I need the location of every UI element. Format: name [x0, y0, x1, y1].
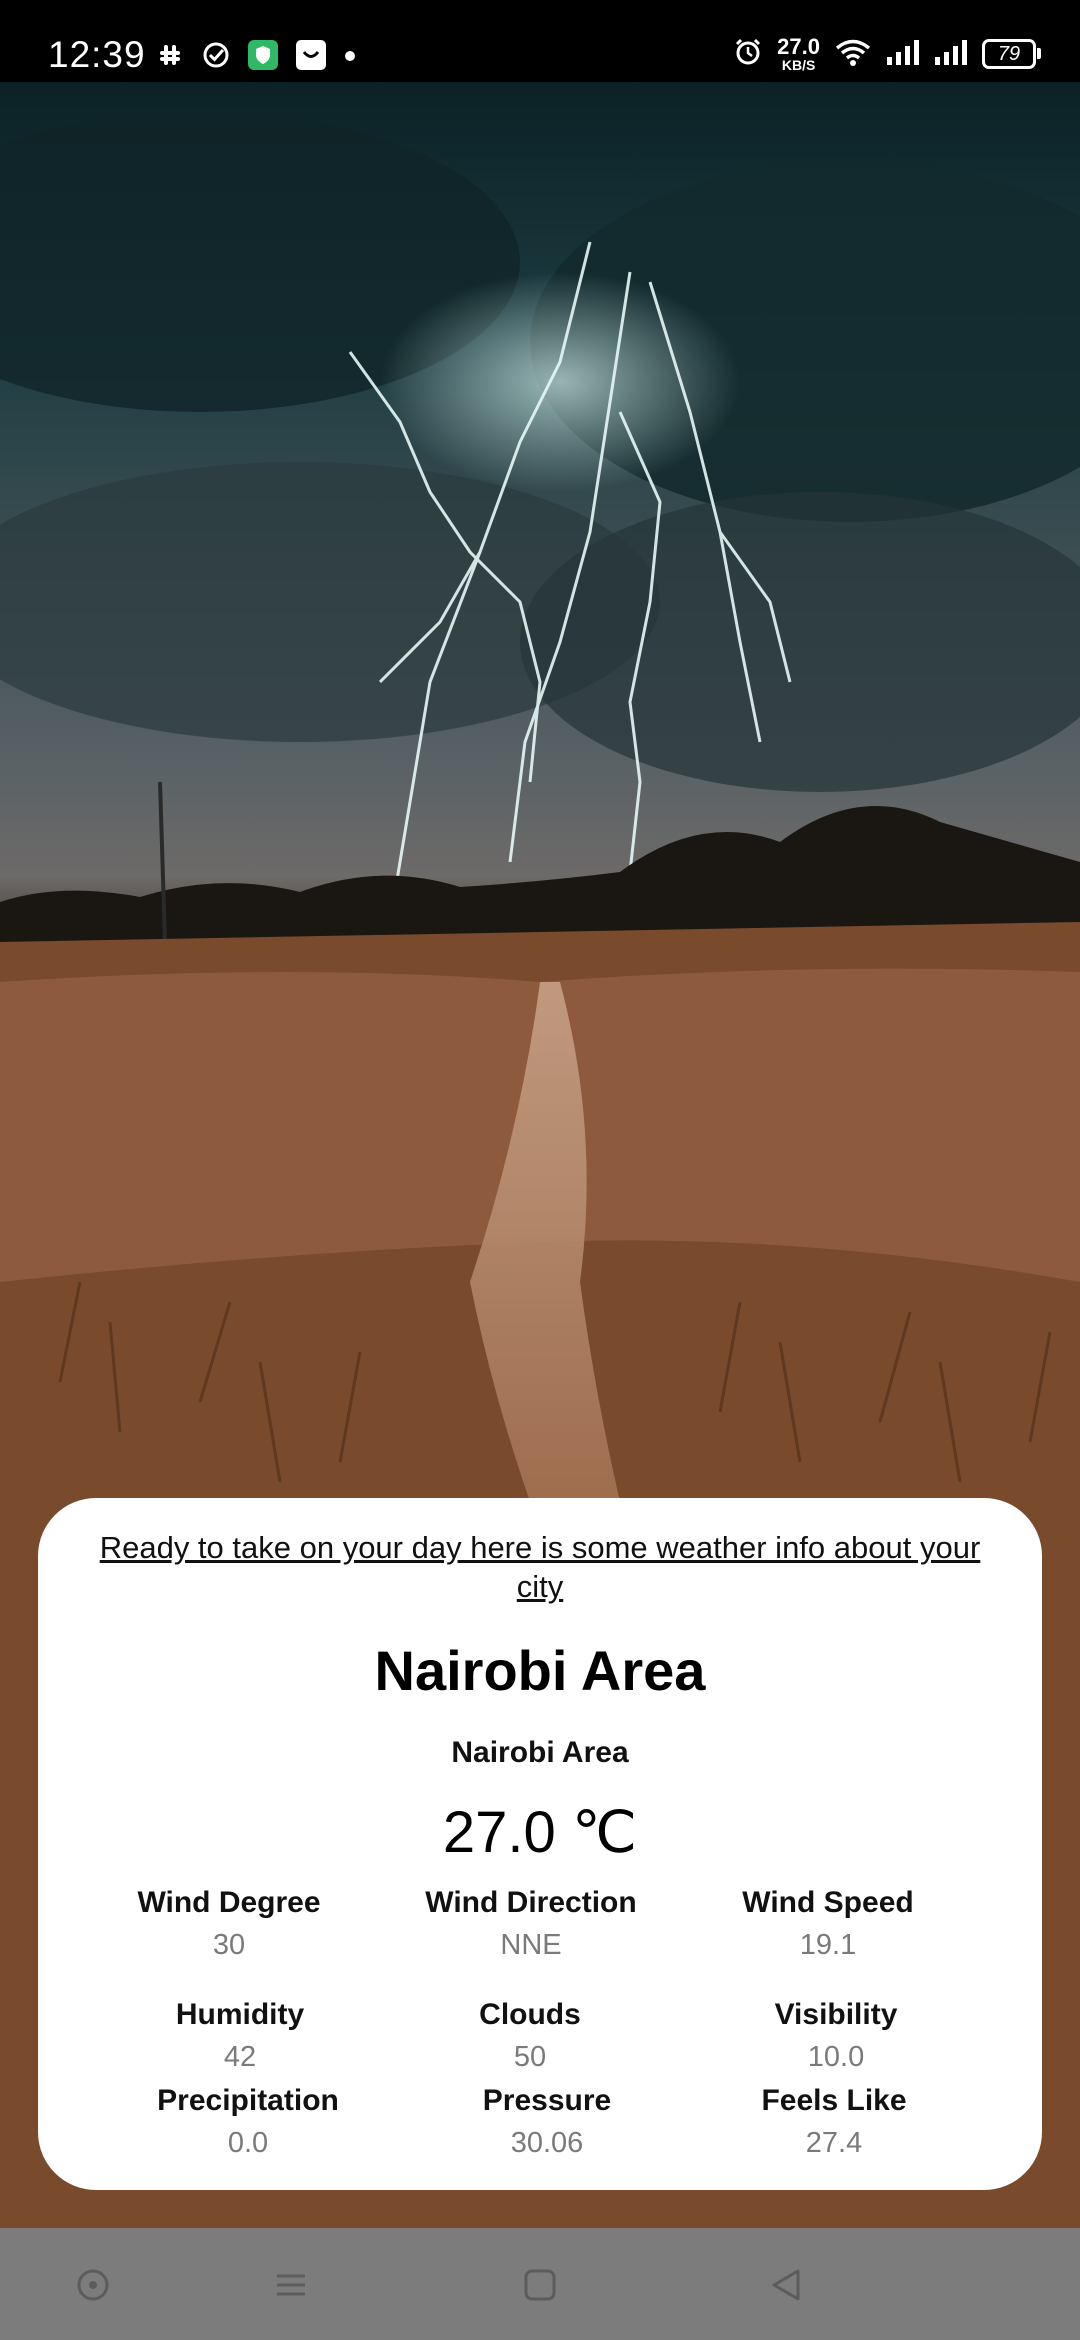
- stat-value: 30.06: [510, 2127, 584, 2159]
- stat-value: 10.0: [807, 2041, 865, 2073]
- stat-wind-speed: Wind Speed 19.1: [698, 1884, 958, 1964]
- menu-icon: [277, 2274, 305, 2296]
- stat-label: Feels Like: [761, 2084, 907, 2117]
- stat-label: Wind Direction: [425, 1886, 637, 1919]
- system-icons: 27.0 KB/S 79: [733, 34, 1041, 73]
- temperature: 27.0 ℃: [442, 1800, 638, 1865]
- stat-value: 19.1: [799, 1929, 857, 1961]
- back-button[interactable]: [763, 2262, 809, 2308]
- stat-label: Precipitation: [157, 2084, 339, 2117]
- stat-value: 0.0: [227, 2127, 269, 2159]
- wifi-icon: [834, 37, 872, 72]
- menu-button[interactable]: [268, 2262, 314, 2308]
- stat-precipitation: Precipitation 0.0: [118, 2082, 378, 2162]
- stat-visibility: Visibility 10.0: [706, 1996, 966, 2076]
- battery-icon: 79: [982, 39, 1041, 69]
- dot-icon: [344, 49, 356, 67]
- net-speed: 27.0 KB/S: [777, 34, 820, 73]
- stat-wind-direction: Wind Direction NNE: [401, 1884, 661, 1964]
- city-subtitle: Nairobi Area: [451, 1736, 629, 1769]
- stat-value: 27.4: [805, 2127, 863, 2159]
- alarm-icon: [733, 37, 763, 72]
- notification-icons: [156, 40, 356, 75]
- stat-label: Wind Degree: [137, 1886, 321, 1919]
- stat-label: Pressure: [482, 2084, 612, 2117]
- stat-label: Humidity: [175, 1998, 305, 2031]
- stat-value: 42: [223, 2041, 257, 2073]
- stat-pressure: Pressure 30.06: [417, 2082, 677, 2162]
- smile-bag-icon: [296, 40, 326, 75]
- assistant-icon: [77, 2269, 109, 2301]
- back-icon: [772, 2269, 800, 2301]
- slack-icon: [156, 41, 184, 74]
- stat-feels-like: Feels Like 27.4: [704, 2082, 964, 2162]
- check-circle-icon: [202, 41, 230, 74]
- weather-card: Ready to take on your day here is some w…: [38, 1498, 1042, 2190]
- home-button[interactable]: [517, 2262, 563, 2308]
- navigation-bar: [0, 2228, 1080, 2340]
- battery-level: 79: [997, 42, 1021, 65]
- shield-icon: [248, 40, 278, 75]
- stat-clouds: Clouds 50: [400, 1996, 660, 2076]
- stat-humidity: Humidity 42: [110, 1996, 370, 2076]
- assistant-button[interactable]: [70, 2262, 116, 2308]
- signal-icon: [934, 38, 968, 71]
- stat-value: NNE: [500, 1929, 562, 1961]
- stat-label: Clouds: [479, 1998, 581, 2031]
- city-title: Nairobi Area: [374, 1639, 706, 1702]
- stat-value: 50: [513, 2041, 547, 2073]
- stat-label: Visibility: [774, 1998, 898, 2031]
- stat-label: Wind Speed: [742, 1886, 914, 1919]
- home-icon: [524, 2269, 556, 2301]
- status-time: 12:39: [48, 34, 146, 75]
- tagline-link[interactable]: Ready to take on your day here is some w…: [78, 1528, 1002, 1606]
- net-speed-value: 27.0: [777, 34, 820, 59]
- status-bar: 12:39 27.0 KB/S 79: [0, 0, 1080, 82]
- net-speed-unit: KB/S: [781, 57, 816, 73]
- weather-app-screen: 12:39 27.0 KB/S 79 Ready to take on your…: [0, 0, 1080, 2340]
- stat-wind-degree: Wind Degree 30: [99, 1884, 359, 1964]
- stat-value: 30: [212, 1929, 246, 1961]
- signal-icon: [886, 38, 920, 71]
